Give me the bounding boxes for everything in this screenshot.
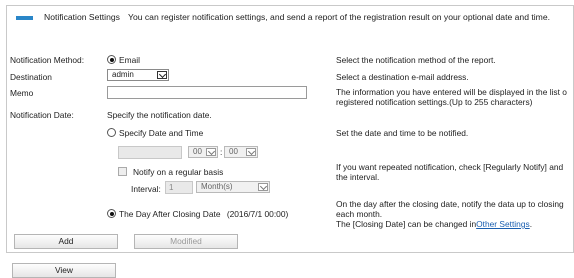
interval-unit-select[interactable]: Month(s) (196, 181, 270, 193)
after-closing-radio[interactable]: The Day After Closing Date (2016/7/1 00:… (107, 209, 288, 219)
radio-unselected-icon (107, 128, 116, 137)
after-help-line2: each month. (336, 209, 383, 219)
after-help-line1: On the day after the closing date, notif… (336, 199, 564, 209)
destination-help: Select a destination e-mail address. (336, 72, 469, 82)
radio-selected-icon (107, 55, 116, 64)
destination-select[interactable]: admin (107, 69, 169, 81)
chevron-down-icon (206, 148, 216, 156)
interval-unit-value: Month(s) (201, 182, 233, 191)
notification-settings-panel (6, 5, 574, 253)
method-help: Select the notification method of the re… (336, 55, 496, 65)
destination-label: Destination (10, 72, 52, 82)
method-email-radio[interactable]: Email (107, 55, 140, 65)
after-closing-label: The Day After Closing Date (119, 209, 221, 219)
header-accent-bar (16, 16, 33, 20)
memo-label: Memo (10, 88, 34, 98)
regular-basis-label: Notify on a regular basis (133, 167, 224, 177)
regular-basis-checkbox[interactable]: Notify on a regular basis (118, 167, 223, 177)
date-label: Notification Date: (10, 110, 74, 120)
method-label: Notification Method: (10, 55, 85, 65)
memo-help-line2: registered notification settings.(Up to … (336, 97, 533, 107)
after-closing-date: (2016/7/1 00:00) (226, 209, 289, 219)
minute-select[interactable]: 00 (224, 146, 258, 158)
view-button[interactable]: View (12, 263, 116, 278)
specify-date-label: Specify Date and Time (119, 128, 204, 138)
date-input[interactable] (118, 146, 182, 159)
page-title: Notification Settings (44, 12, 120, 22)
memo-help-line1: The information you have entered will be… (336, 87, 567, 97)
date-intro: Specify the notification date. (107, 110, 212, 120)
after-help-prefix: The [Closing Date] can be changed in (336, 219, 477, 229)
minute-value: 00 (229, 147, 238, 156)
page-description: You can register notification settings, … (128, 12, 550, 22)
after-help-line3: The [Closing Date] can be changed inOthe… (336, 219, 532, 229)
memo-input[interactable] (107, 86, 307, 99)
destination-value: admin (112, 70, 134, 79)
checkbox-icon (118, 167, 127, 176)
hour-select[interactable]: 00 (188, 146, 218, 158)
interval-input[interactable]: 1 (165, 181, 193, 194)
other-settings-link[interactable]: Other Settings (476, 219, 530, 229)
chevron-down-icon (246, 148, 256, 156)
modified-button[interactable]: Modified (134, 234, 238, 249)
regular-help-line1: If you want repeated notification, check… (336, 162, 564, 172)
chevron-down-icon (157, 71, 167, 79)
specify-date-radio[interactable]: Specify Date and Time (107, 128, 203, 138)
time-separator: : (220, 147, 223, 157)
interval-label: Interval: (131, 184, 161, 194)
radio-selected-icon (107, 209, 116, 218)
chevron-down-icon (258, 183, 268, 191)
after-help-suffix: . (529, 219, 533, 229)
specify-date-help: Set the date and time to be notified. (336, 128, 469, 138)
method-email-label: Email (119, 55, 140, 65)
hour-value: 00 (193, 147, 202, 156)
add-button[interactable]: Add (14, 234, 118, 249)
regular-help-line2: the interval. (336, 172, 380, 182)
